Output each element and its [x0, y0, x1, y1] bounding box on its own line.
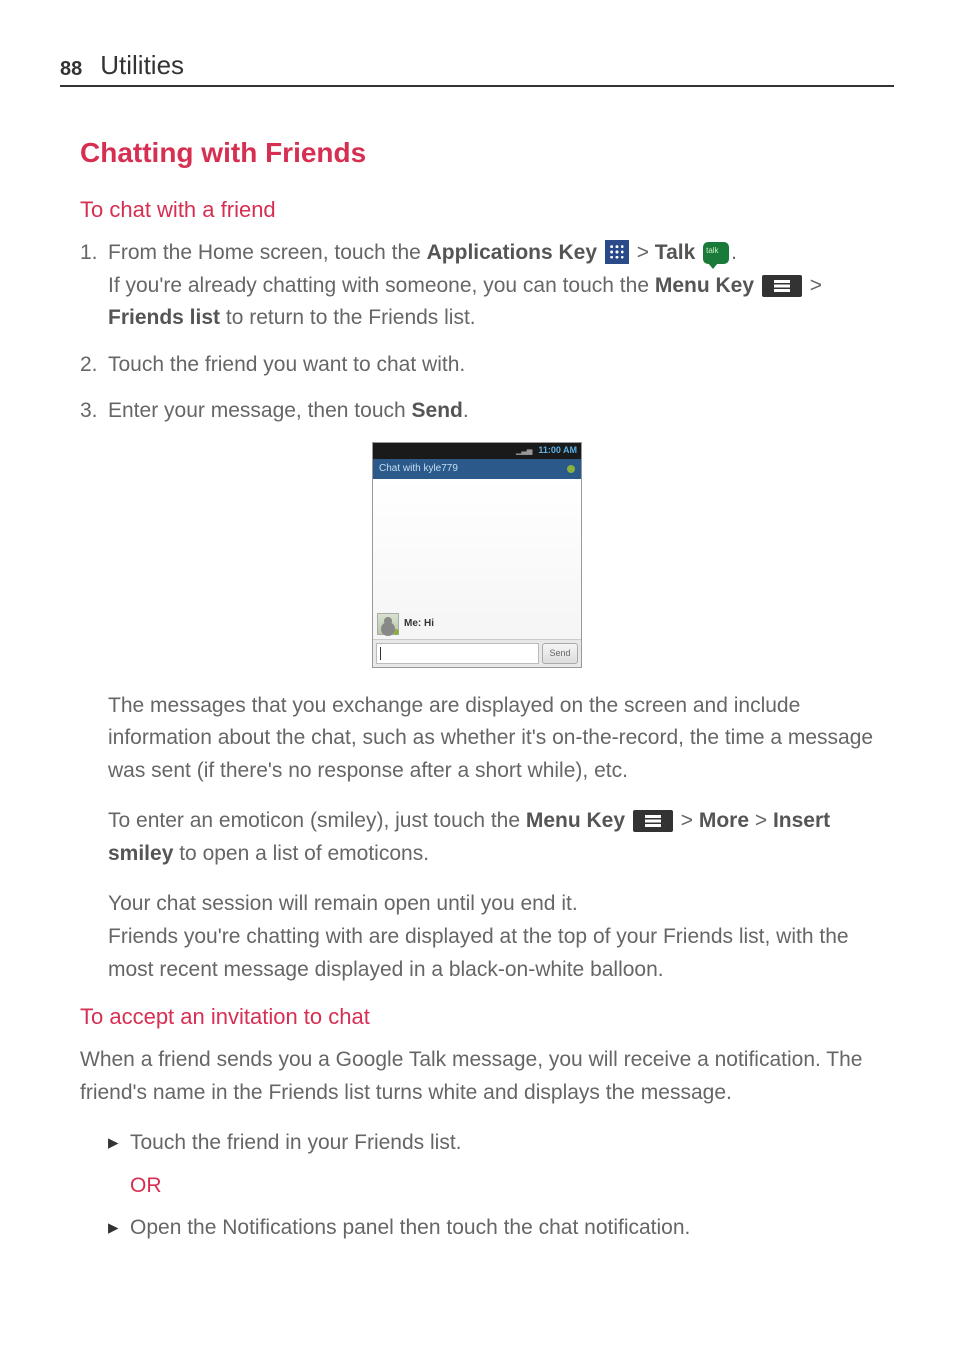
chat-screenshot: ▁▃▅ 11:00 AM Chat with kyle779 Me: Hi Sen…	[372, 442, 582, 668]
status-dot-icon	[567, 465, 575, 473]
bullet-arrow-icon: ▸	[108, 1212, 130, 1245]
sub-heading-1: To chat with a friend	[80, 197, 894, 223]
screenshot-send-button: Send	[542, 643, 578, 664]
screenshot-input-row: Send	[373, 639, 581, 667]
section-title: Utilities	[100, 50, 184, 81]
bullet-arrow-icon: ▸	[108, 1127, 130, 1160]
page-number: 88	[60, 58, 82, 81]
screenshot-statusbar: ▁▃▅ 11:00 AM	[373, 443, 581, 459]
screenshot-time: 11:00 AM	[538, 445, 577, 455]
bullet-text: Touch the friend in your Friends list.	[130, 1127, 462, 1160]
page-header: 88 Utilities	[60, 50, 894, 87]
avatar-icon	[377, 613, 399, 635]
screenshot-title: Chat with kyle779	[379, 463, 458, 474]
talk-icon	[703, 242, 729, 264]
bullet-2: ▸ Open the Notifications panel then touc…	[108, 1212, 894, 1245]
step-text: From the Home screen, touch the Applicat…	[108, 237, 894, 335]
screenshot-input	[376, 643, 539, 664]
step-text: Touch the friend you want to chat with.	[108, 349, 894, 382]
screenshot-body: Me: Hi	[373, 479, 581, 639]
step-num: 2.	[80, 349, 108, 382]
paragraph-4: When a friend sends you a Google Talk me…	[80, 1044, 894, 1109]
sub-heading-2: To accept an invitation to chat	[80, 1004, 894, 1030]
presence-dot-icon	[393, 629, 399, 635]
step-1: 1. From the Home screen, touch the Appli…	[80, 237, 894, 335]
screenshot-message: Me: Hi	[377, 613, 434, 635]
step-num: 1.	[80, 237, 108, 335]
applications-key-icon	[605, 240, 629, 264]
main-heading: Chatting with Friends	[80, 137, 894, 169]
step-text: Enter your message, then touch Send.	[108, 395, 894, 428]
paragraph-2: To enter an emoticon (smiley), just touc…	[108, 805, 894, 870]
screenshot-msg-text: Me: Hi	[404, 618, 434, 629]
paragraph-1: The messages that you exchange are displ…	[108, 690, 894, 788]
menu-key-icon	[762, 275, 802, 297]
bullet-1: ▸ Touch the friend in your Friends list.	[108, 1127, 894, 1160]
step-2: 2. Touch the friend you want to chat wit…	[80, 349, 894, 382]
bullet-text: Open the Notifications panel then touch …	[130, 1212, 690, 1245]
signal-icon: ▁▃▅	[516, 448, 532, 455]
or-label: OR	[130, 1174, 894, 1198]
paragraph-3: Your chat session will remain open until…	[108, 888, 894, 986]
screenshot-titlebar: Chat with kyle779	[373, 459, 581, 479]
step-3: 3. Enter your message, then touch Send.	[80, 395, 894, 428]
menu-key-icon	[633, 810, 673, 832]
step-num: 3.	[80, 395, 108, 428]
